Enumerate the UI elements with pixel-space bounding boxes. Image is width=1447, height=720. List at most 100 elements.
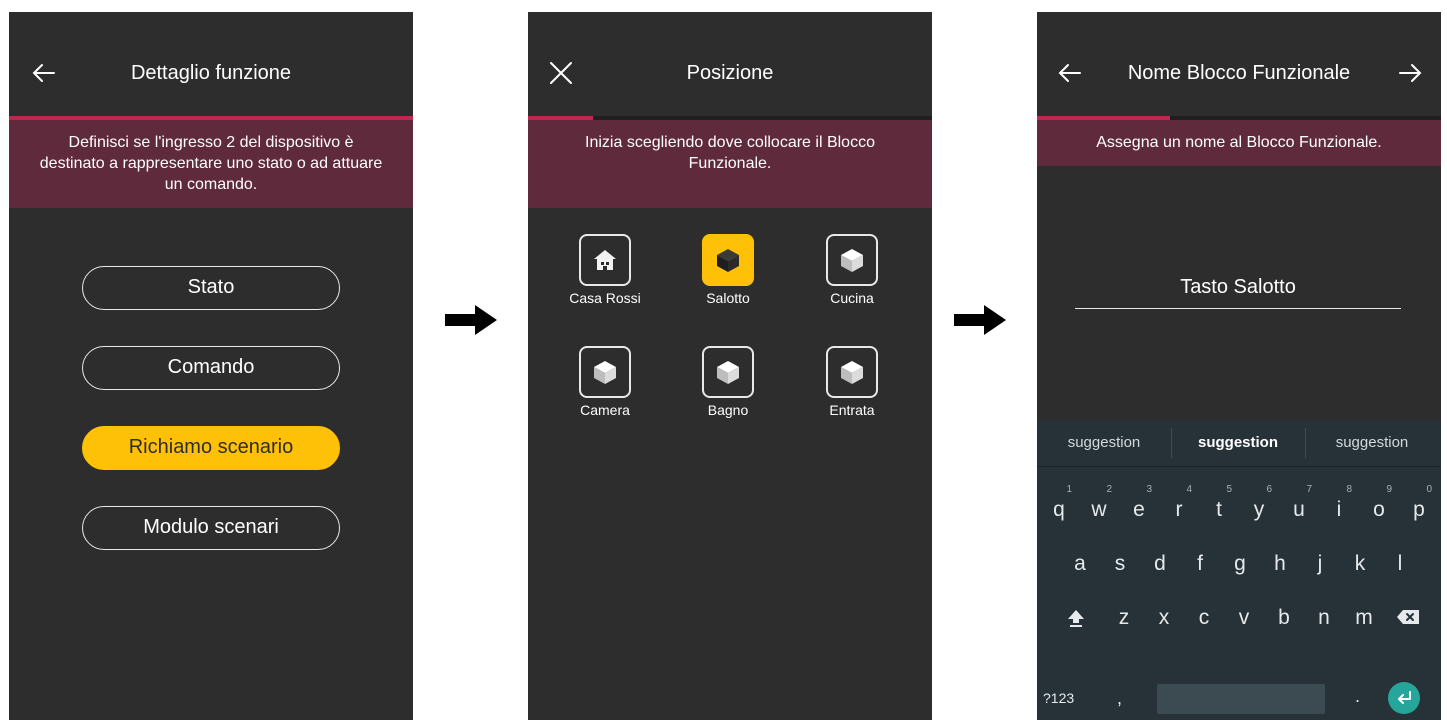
key-number-hint: 6 [1266, 484, 1272, 495]
location-label: Cucina [830, 290, 874, 306]
key-letter: r [1175, 498, 1183, 521]
option-comando-button[interactable]: Comando [82, 346, 340, 390]
app-bar: Dettaglio funzione [9, 12, 413, 124]
key-letter: v [1238, 606, 1250, 629]
app-bar: Nome Blocco Funzionale [1037, 12, 1441, 124]
key-letter: q [1053, 498, 1065, 521]
screen-block-name: Nome Blocco Funzionale Assegna un nome a… [1037, 12, 1441, 720]
house-icon [594, 250, 616, 270]
location-label: Entrata [829, 402, 875, 418]
period-key[interactable]: . [1355, 686, 1360, 707]
key-g[interactable]: g [1221, 536, 1259, 584]
key-i[interactable]: 8i [1320, 482, 1358, 530]
location-bagno[interactable]: Bagno [686, 346, 770, 418]
page-title: Dettaglio funzione [130, 62, 292, 84]
key-number-hint: 8 [1346, 484, 1352, 495]
key-letter: d [1154, 552, 1166, 575]
key-t[interactable]: 5t [1200, 482, 1238, 530]
key-d[interactable]: d [1141, 536, 1179, 584]
key-letter: e [1133, 498, 1145, 521]
key-letter: a [1074, 552, 1086, 575]
forward-arrow-icon[interactable] [1393, 56, 1427, 90]
key-b[interactable]: b [1265, 590, 1303, 638]
enter-return-icon [1398, 691, 1411, 704]
key-letter: z [1118, 606, 1130, 629]
key-number-hint: 1 [1066, 484, 1072, 495]
key-number-hint: 5 [1226, 484, 1232, 495]
key-letter: g [1234, 552, 1246, 575]
key-c[interactable]: c [1185, 590, 1223, 638]
key-number-hint: 4 [1186, 484, 1192, 495]
option-modulo-scenari-button[interactable]: Modulo scenari [82, 506, 340, 550]
key-x[interactable]: x [1145, 590, 1183, 638]
enter-key[interactable] [1388, 682, 1420, 714]
option-richiamo-scenario-button[interactable]: Richiamo scenario [82, 426, 340, 470]
screen-position: Posizione Inizia scegliendo dove colloca… [528, 12, 932, 720]
key-v[interactable]: v [1225, 590, 1263, 638]
key-a[interactable]: a [1061, 536, 1099, 584]
key-letter: m [1355, 606, 1373, 629]
location-entrata[interactable]: Entrata [810, 346, 894, 418]
key-letter: w [1091, 498, 1107, 521]
location-label: Bagno [707, 402, 749, 418]
suggestion-item[interactable]: suggestion [1171, 420, 1305, 466]
key-letter: u [1293, 498, 1305, 521]
instruction-banner: Inizia scegliendo dove collocare il Bloc… [528, 120, 932, 208]
key-number-hint: 0 [1426, 484, 1432, 495]
key-letter: s [1114, 552, 1126, 575]
flow-arrow-icon [445, 305, 497, 335]
key-number-hint: 7 [1306, 484, 1312, 495]
location-label: Camera [580, 402, 630, 418]
instruction-banner: Definisci se l'ingresso 2 del dispositiv… [9, 120, 413, 208]
key-q[interactable]: 1q [1040, 482, 1078, 530]
key-o[interactable]: 9o [1360, 482, 1398, 530]
location-salotto[interactable]: Salotto [686, 234, 770, 306]
location-casa-rossi[interactable]: Casa Rossi [563, 234, 647, 306]
key-h[interactable]: h [1261, 536, 1299, 584]
block-name-input[interactable]: Tasto Salotto [1075, 276, 1401, 309]
key-p[interactable]: 0p [1400, 482, 1438, 530]
key-e[interactable]: 3e [1120, 482, 1158, 530]
backspace-key[interactable] [1389, 590, 1427, 638]
key-n[interactable]: n [1305, 590, 1343, 638]
key-letter: o [1373, 498, 1385, 521]
suggestion-item[interactable]: suggestion [1037, 420, 1171, 466]
key-letter: n [1318, 606, 1330, 629]
key-letter: h [1274, 552, 1286, 575]
key-k[interactable]: k [1341, 536, 1379, 584]
key-letter: y [1253, 498, 1265, 521]
key-s[interactable]: s [1101, 536, 1139, 584]
shift-key[interactable] [1057, 590, 1095, 638]
location-camera[interactable]: Camera [563, 346, 647, 418]
location-cucina[interactable]: Cucina [810, 234, 894, 306]
key-r[interactable]: 4r [1160, 482, 1198, 530]
key-letter: i [1336, 498, 1342, 521]
comma-key[interactable]: , [1117, 688, 1122, 709]
instruction-banner: Assegna un nome al Blocco Funzionale. [1037, 120, 1441, 166]
key-number-hint: 9 [1386, 484, 1392, 495]
key-letter: t [1216, 498, 1222, 521]
screen-function-detail: Dettaglio funzione Definisci se l'ingres… [9, 12, 413, 720]
key-number-hint: 2 [1106, 484, 1112, 495]
cube-icon [717, 361, 739, 384]
key-w[interactable]: 2w [1080, 482, 1118, 530]
key-l[interactable]: l [1381, 536, 1419, 584]
cube-icon [594, 361, 616, 384]
symbols-key[interactable]: ?123 [1043, 690, 1074, 706]
key-z[interactable]: z [1105, 590, 1143, 638]
page-title: Nome Blocco Funzionale [1127, 62, 1351, 84]
option-stato-button[interactable]: Stato [82, 266, 340, 310]
space-bar[interactable] [1157, 684, 1325, 714]
key-y[interactable]: 6y [1240, 482, 1278, 530]
key-m[interactable]: m [1345, 590, 1383, 638]
cube-icon [841, 249, 863, 272]
key-u[interactable]: 7u [1280, 482, 1318, 530]
location-label: Salotto [706, 290, 750, 306]
key-letter: l [1397, 552, 1403, 575]
suggestion-item[interactable]: suggestion [1305, 420, 1439, 466]
key-j[interactable]: j [1301, 536, 1339, 584]
key-letter: k [1354, 552, 1366, 575]
location-label: Casa Rossi [569, 290, 641, 306]
key-f[interactable]: f [1181, 536, 1219, 584]
soft-keyboard: suggestion suggestion suggestion 1q 2w 3… [1037, 420, 1441, 720]
